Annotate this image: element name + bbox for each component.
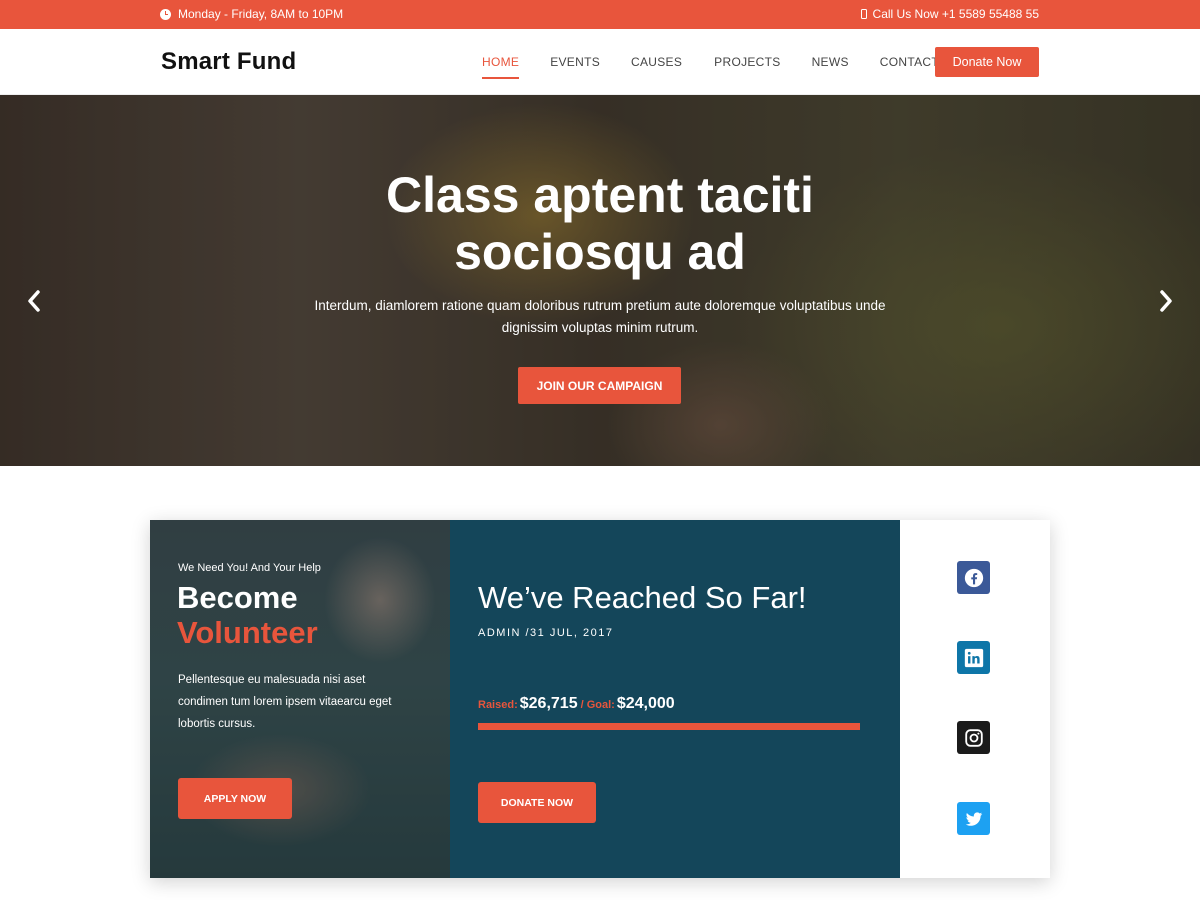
site-logo[interactable]: Smart Fund — [161, 48, 296, 76]
nav-events[interactable]: EVENTS — [550, 55, 600, 69]
twitter-icon[interactable] — [957, 802, 990, 835]
nav-projects[interactable]: PROJECTS — [714, 55, 780, 69]
hero-slider: Class aptent taciti sociosqu ad Interdum… — [0, 95, 1200, 466]
volunteer-panel: We Need You! And Your Help Become Volunt… — [150, 520, 450, 878]
opening-hours-text: Monday - Friday, 8AM to 10PM — [178, 7, 344, 21]
fundraising-progress-bar — [478, 723, 860, 730]
raised-label: Raised: — [478, 699, 518, 711]
top-info-bar: Monday - Friday, 8AM to 10PM Call Us Now… — [0, 0, 1200, 29]
fundraising-meta: ADMIN /31 JUL, 2017 — [478, 627, 614, 639]
nav-causes[interactable]: CAUSES — [631, 55, 682, 69]
clock-icon — [160, 8, 171, 20]
chevron-right-icon[interactable] — [1156, 287, 1176, 315]
fundraising-panel: We’ve Reached So Far! ADMIN /31 JUL, 201… — [450, 520, 900, 878]
volunteer-title-line2: Volunteer — [177, 615, 318, 650]
volunteer-kicker: We Need You! And Your Help — [178, 562, 321, 574]
goal-value: $24,000 — [616, 695, 675, 712]
raised-value: $26,715 — [519, 695, 578, 712]
donate-now-button[interactable]: Donate Now — [935, 47, 1039, 77]
nav-news[interactable]: NEWS — [812, 55, 849, 69]
goal-label: / Goal: — [580, 699, 615, 711]
hero-subtitle: Interdum, diamlorem ratione quam dolorib… — [314, 298, 886, 335]
fundraising-progress-fill — [478, 723, 860, 730]
facebook-icon[interactable] — [957, 561, 990, 594]
contact-phone[interactable]: Call Us Now +1 5589 55488 55 — [860, 7, 1039, 21]
volunteer-title-line1: Become — [177, 580, 298, 615]
fundraising-amounts: Raised: $26,715 / Goal: $24,000 — [478, 695, 678, 713]
apply-now-button[interactable]: APPLY NOW — [178, 778, 292, 819]
chevron-left-icon[interactable] — [24, 287, 44, 315]
nav-contact[interactable]: CONTACT — [880, 55, 939, 69]
linkedin-icon[interactable] — [957, 641, 990, 674]
nav-home[interactable]: HOME — [482, 55, 520, 79]
join-campaign-button[interactable]: JOIN OUR CAMPAIGN — [518, 367, 681, 404]
main-nav: HOME EVENTS CAUSES PROJECTS NEWS CONTACT — [482, 55, 939, 79]
donate-now-panel-button[interactable]: DONATE NOW — [478, 782, 596, 823]
contact-phone-text[interactable]: Call Us Now +1 5589 55488 55 — [873, 7, 1039, 21]
phone-icon — [860, 9, 867, 19]
instagram-icon[interactable] — [957, 721, 990, 754]
hero-title: Class aptent taciti sociosqu ad — [386, 167, 814, 280]
site-header: Smart Fund HOME EVENTS CAUSES PROJECTS N… — [0, 29, 1200, 95]
opening-hours: Monday - Friday, 8AM to 10PM — [160, 7, 343, 21]
fundraising-title: We’ve Reached So Far! — [478, 580, 807, 615]
volunteer-description: Pellentesque eu malesuada nisi aset cond… — [178, 674, 392, 730]
campaign-panels: We Need You! And Your Help Become Volunt… — [150, 520, 1050, 878]
